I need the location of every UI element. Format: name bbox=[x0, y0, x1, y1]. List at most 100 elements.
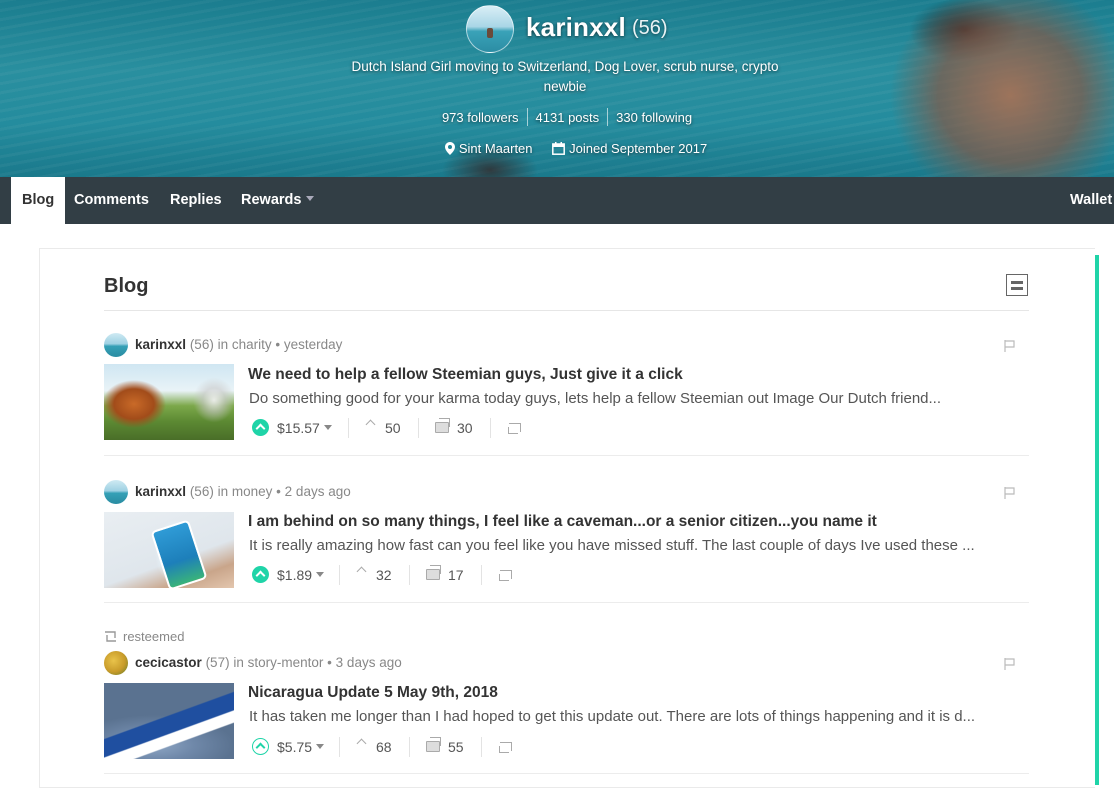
resteem-label: resteemed bbox=[123, 629, 185, 644]
flag-icon[interactable] bbox=[1004, 340, 1016, 352]
post-title[interactable]: I am behind on so many things, I feel li… bbox=[248, 513, 877, 531]
payout-value: $5.75 bbox=[277, 739, 313, 755]
tab-rewards[interactable]: Rewards bbox=[230, 177, 325, 224]
chevron-down-icon bbox=[323, 425, 332, 430]
profile-header: karinxxl (56) Dutch Island Girl moving t… bbox=[0, 0, 1114, 177]
profile-meta: Sint Maarten Joined September 2017 bbox=[0, 141, 1114, 156]
author-name[interactable]: karinxxl bbox=[135, 484, 186, 499]
footer-divider bbox=[409, 737, 410, 757]
footer-divider bbox=[418, 418, 419, 438]
post-divider bbox=[104, 602, 1029, 603]
resteem-icon bbox=[105, 631, 116, 642]
chevron-down-icon bbox=[316, 572, 325, 577]
tab-wallet[interactable]: Wallet bbox=[1059, 177, 1114, 224]
tab-replies[interactable]: Replies bbox=[159, 177, 233, 224]
category-prefix: in bbox=[233, 655, 244, 670]
resteem-notice: resteemed bbox=[104, 629, 184, 644]
author-reputation: (57) bbox=[205, 655, 230, 670]
heading-divider bbox=[104, 310, 1029, 311]
footer-divider bbox=[481, 565, 482, 585]
footer-divider bbox=[490, 418, 491, 438]
post-category[interactable]: story-mentor bbox=[248, 655, 324, 670]
layout-toggle-button[interactable] bbox=[1006, 274, 1028, 296]
post-meta: karinxxl (56) in charity • yesterday bbox=[135, 333, 342, 357]
votes-count[interactable]: 32 bbox=[376, 565, 392, 585]
votes-count[interactable]: 68 bbox=[376, 737, 392, 757]
tab-comments[interactable]: Comments bbox=[63, 177, 160, 224]
footer-divider bbox=[481, 737, 482, 757]
author-avatar[interactable] bbox=[104, 480, 128, 504]
footer-divider bbox=[339, 737, 340, 757]
profile-reputation: (56) bbox=[632, 17, 668, 39]
post-time[interactable]: 2 days ago bbox=[285, 484, 351, 499]
post-excerpt[interactable]: Do something good for your karma today g… bbox=[249, 390, 1029, 407]
post-title[interactable]: We need to help a fellow Steemian guys, … bbox=[248, 366, 683, 384]
author-avatar[interactable] bbox=[104, 333, 128, 357]
author-name[interactable]: karinxxl bbox=[135, 337, 186, 352]
post-excerpt[interactable]: It has taken me longer than I had hoped … bbox=[249, 708, 1029, 725]
profile-location: Sint Maarten bbox=[437, 141, 541, 156]
post-meta: karinxxl (56) in money • 2 days ago bbox=[135, 480, 351, 504]
post-thumbnail[interactable] bbox=[104, 512, 234, 588]
footer-divider bbox=[409, 565, 410, 585]
upvote-button[interactable] bbox=[252, 419, 269, 436]
profile-about: Dutch Island Girl moving to Switzerland,… bbox=[351, 59, 779, 94]
post-divider bbox=[104, 455, 1029, 456]
comments-count[interactable]: 30 bbox=[457, 418, 473, 438]
post-payout[interactable]: $15.57 bbox=[277, 418, 332, 438]
author-name[interactable]: cecicastor bbox=[135, 655, 202, 670]
followers-link[interactable]: 973 followers bbox=[434, 110, 527, 125]
payout-value: $15.57 bbox=[277, 420, 320, 436]
posts-link[interactable]: 4131 posts bbox=[528, 110, 608, 125]
upvote-button[interactable] bbox=[252, 566, 269, 583]
post-category[interactable]: money bbox=[232, 484, 273, 499]
category-prefix: in bbox=[217, 337, 229, 352]
meta-dot: • bbox=[327, 655, 332, 670]
location-text: Sint Maarten bbox=[458, 141, 533, 156]
calendar-icon bbox=[552, 142, 566, 155]
chevron-down-icon bbox=[306, 196, 315, 201]
following-link[interactable]: 330 following bbox=[608, 110, 700, 125]
chevron-down-icon bbox=[316, 744, 325, 749]
profile-avatar[interactable] bbox=[466, 5, 514, 53]
post-excerpt[interactable]: It is really amazing how fast can you fe… bbox=[249, 537, 1029, 554]
payout-value: $1.89 bbox=[277, 567, 313, 583]
upvote-button[interactable] bbox=[252, 738, 269, 755]
post-payout[interactable]: $5.75 bbox=[277, 737, 325, 757]
footer-divider bbox=[348, 418, 349, 438]
reblog-icon[interactable] bbox=[507, 423, 521, 434]
profile-joined: Joined September 2017 bbox=[544, 141, 715, 156]
post-thumbnail[interactable] bbox=[104, 364, 234, 440]
comments-icon bbox=[435, 418, 450, 433]
author-reputation: (56) bbox=[189, 484, 214, 499]
meta-dot: • bbox=[276, 484, 281, 499]
flag-icon[interactable] bbox=[1004, 487, 1016, 499]
flag-icon[interactable] bbox=[1004, 658, 1016, 670]
profile-name: karinxxl bbox=[526, 12, 626, 42]
post-thumbnail[interactable] bbox=[104, 683, 234, 759]
profile-stats: 973 followers 4131 posts 330 following bbox=[0, 108, 1114, 126]
location-pin-icon bbox=[444, 142, 455, 155]
reblog-icon[interactable] bbox=[498, 742, 512, 753]
profile-cover: karinxxl (56) Dutch Island Girl moving t… bbox=[0, 0, 1114, 177]
post-payout[interactable]: $1.89 bbox=[277, 565, 325, 585]
author-avatar[interactable] bbox=[104, 651, 128, 675]
votes-count[interactable]: 50 bbox=[385, 418, 401, 438]
joined-text: Joined September 2017 bbox=[569, 141, 708, 156]
category-prefix: in bbox=[217, 484, 229, 499]
comments-count[interactable]: 17 bbox=[448, 565, 464, 585]
reblog-icon[interactable] bbox=[498, 570, 512, 581]
comments-icon bbox=[426, 565, 441, 580]
post-title[interactable]: Nicaragua Update 5 May 9th, 2018 bbox=[248, 684, 498, 702]
post-time[interactable]: 3 days ago bbox=[336, 655, 402, 670]
panel-accent-bar bbox=[1095, 255, 1099, 785]
profile-tabbar: Blog Comments Replies Rewards Wallet bbox=[0, 177, 1114, 224]
post-divider bbox=[104, 773, 1029, 774]
comments-count[interactable]: 55 bbox=[448, 737, 464, 757]
tab-blog[interactable]: Blog bbox=[11, 177, 66, 224]
post-category[interactable]: charity bbox=[232, 337, 272, 352]
post-time[interactable]: yesterday bbox=[284, 337, 343, 352]
footer-divider bbox=[339, 565, 340, 585]
comments-icon bbox=[426, 737, 441, 752]
post-meta: cecicastor (57) in story-mentor • 3 days… bbox=[135, 651, 402, 675]
